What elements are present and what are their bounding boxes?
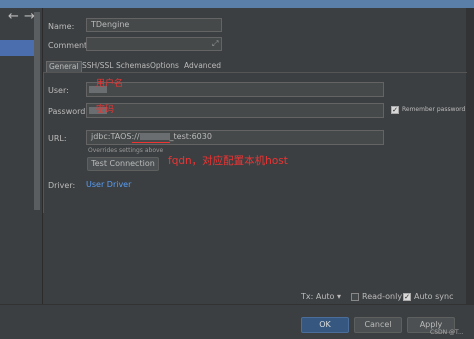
tab-options[interactable]: Options: [150, 61, 179, 71]
tab-advanced[interactable]: Advanced: [184, 61, 221, 71]
comment-input[interactable]: [86, 37, 222, 51]
url-label: URL:: [48, 134, 67, 143]
dialog-footer: [0, 304, 474, 339]
tab-schemas[interactable]: Schemas: [116, 61, 150, 71]
tx-mode-label[interactable]: Tx: Auto: [301, 292, 334, 302]
sidebar-selected-item[interactable]: [0, 40, 34, 56]
url-prefix: jdbc:TAOS://: [91, 132, 140, 141]
read-only-label: Read-only: [362, 292, 403, 301]
user-input[interactable]: [86, 82, 384, 97]
user-label: User:: [48, 86, 69, 95]
password-annotation: 密码: [96, 105, 115, 115]
tab-general[interactable]: General: [46, 61, 82, 72]
driver-label: Driver:: [48, 181, 76, 190]
name-label: Name:: [48, 22, 75, 31]
name-value: TDengine: [91, 20, 130, 29]
expand-icon[interactable]: ⤢: [212, 39, 218, 49]
right-scrollbar[interactable]: [466, 8, 474, 304]
window-title-bar: [0, 0, 474, 8]
test-connection-button[interactable]: Test Connection: [87, 157, 159, 171]
url-suffix: _test:6030: [169, 132, 212, 141]
auto-sync-checkbox[interactable]: ✓: [403, 293, 411, 301]
url-underline: [132, 142, 170, 143]
user-driver-link[interactable]: User Driver: [86, 180, 131, 190]
redacted-host: [139, 133, 170, 140]
forward-arrow-icon[interactable]: →: [24, 10, 35, 24]
auto-sync-label: Auto sync: [414, 292, 454, 301]
name-input[interactable]: TDengine: [86, 18, 222, 32]
user-annotation: 用户名: [96, 79, 124, 89]
tab-ssh-ssl[interactable]: SSH/SSL: [82, 61, 113, 71]
url-hint: Overrides settings above: [88, 147, 164, 154]
password-input[interactable]: [86, 103, 384, 118]
read-only-checkbox[interactable]: [351, 293, 359, 301]
watermark: CSDN @T...: [430, 329, 464, 336]
remember-password-checkbox[interactable]: ✓: [391, 106, 399, 114]
ok-button[interactable]: OK: [301, 317, 349, 333]
password-label: Password:: [48, 107, 89, 116]
tx-dropdown-arrow-icon[interactable]: ▾: [337, 292, 341, 302]
fqdn-annotation: fqdn，对应配置本机host: [168, 155, 288, 167]
sidebar-scrollbar[interactable]: [34, 12, 40, 210]
cancel-button[interactable]: Cancel: [354, 317, 402, 333]
remember-password-label: Remember password: [402, 106, 466, 113]
url-input[interactable]: jdbc:TAOS:// _test:6030: [86, 130, 384, 145]
comment-label: Comment:: [48, 41, 90, 50]
back-arrow-icon[interactable]: ←: [8, 10, 19, 24]
